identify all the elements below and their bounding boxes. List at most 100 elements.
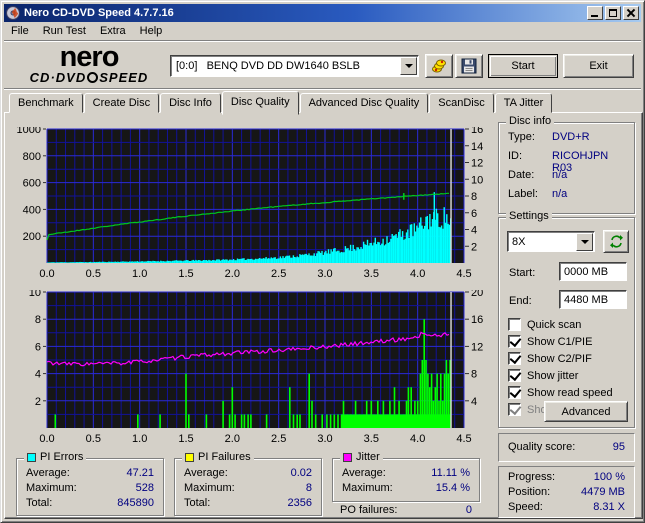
pi-failures-total-value: 2356 bbox=[287, 497, 312, 509]
advanced-button[interactable]: Advanced bbox=[544, 401, 628, 422]
svg-text:2: 2 bbox=[471, 241, 477, 253]
disc-type-label: Type: bbox=[508, 131, 535, 143]
pif-jitter-chart: 2 4 6 8 10 4 8 12 16 20 0.0 0.5 1.0 1.5 2.0 2.5 3.0 3.5 4.… bbox=[29, 290, 484, 444]
jitter-swatch-icon bbox=[343, 452, 352, 462]
pi-errors-maximum-value: 528 bbox=[135, 482, 154, 494]
checkbox-show-c1-pie[interactable]: Show C1/PIE bbox=[508, 335, 592, 348]
pi-failures-maximum-label: Maximum: bbox=[184, 482, 235, 494]
svg-text:2.5: 2.5 bbox=[271, 433, 286, 444]
menu-item-file[interactable]: File bbox=[4, 23, 36, 39]
app-icon bbox=[6, 6, 20, 20]
svg-text:14: 14 bbox=[471, 141, 483, 153]
save-icon bbox=[461, 58, 477, 74]
checkbox-quick-scan[interactable]: Quick scan bbox=[508, 318, 581, 331]
jitter-legend: Jitter bbox=[356, 451, 380, 463]
quick-scan-checkbox-icon bbox=[508, 318, 521, 331]
tab-advanced-disc-quality[interactable]: Advanced Disc Quality bbox=[299, 93, 429, 113]
progress-label: Progress: bbox=[508, 471, 556, 483]
nero-logo: nero CD·DVD SPEED bbox=[14, 41, 164, 86]
jitter-panel: Jitter Average: 11.11 % Maximum: 15.4 % bbox=[332, 451, 480, 502]
eject-button[interactable] bbox=[425, 54, 453, 78]
svg-text:20: 20 bbox=[471, 290, 483, 299]
logo-text: nero bbox=[59, 41, 120, 73]
tab-disc-quality[interactable]: Disc Quality bbox=[221, 91, 299, 115]
quality-score-label: Quality score: bbox=[508, 441, 576, 453]
svg-text:4: 4 bbox=[471, 396, 477, 408]
pi-failures-maximum-value: 8 bbox=[305, 482, 312, 494]
drive-select-arrow-icon[interactable] bbox=[400, 57, 417, 75]
pi-failures-average-label: Average: bbox=[184, 467, 228, 479]
close-button[interactable] bbox=[623, 6, 639, 20]
pi-failures-panel: PI Failures Average: 0.02 Maximum: 8 Total… bbox=[174, 451, 322, 516]
refresh-icon bbox=[609, 235, 623, 248]
show-jitter-checkbox-icon bbox=[508, 369, 521, 382]
maximize-button[interactable] bbox=[605, 6, 621, 20]
svg-text:600: 600 bbox=[23, 178, 41, 190]
app-window: Nero CD-DVD Speed 4.7.7.16 File Run Test… bbox=[0, 0, 645, 523]
svg-text:2.0: 2.0 bbox=[225, 268, 240, 279]
svg-text:3.0: 3.0 bbox=[317, 268, 332, 279]
start-position-input[interactable] bbox=[559, 262, 627, 281]
start-position-label: Start: bbox=[509, 267, 536, 279]
menu-item-extra[interactable]: Extra bbox=[93, 23, 133, 39]
pi-errors-average-label: Average: bbox=[26, 467, 70, 479]
start-button[interactable]: Start bbox=[488, 54, 558, 78]
tab-bar: Benchmark Create Disc Disc Info Disc Qua… bbox=[9, 91, 553, 115]
menu-item-run-test[interactable]: Run Test bbox=[36, 23, 93, 39]
svg-text:4.0: 4.0 bbox=[410, 433, 425, 444]
jitter-maximum-value: 15.4 % bbox=[435, 482, 470, 494]
checkbox-show-jitter[interactable]: Show jitter bbox=[508, 369, 578, 382]
pi-errors-chart: 200 400 600 800 1000 2 4 6 8 10 12 14 16 0.0 0.5 1.0 1.5… bbox=[17, 127, 484, 279]
svg-text:4: 4 bbox=[35, 369, 41, 381]
svg-text:0.0: 0.0 bbox=[39, 433, 54, 444]
tab-disc-info[interactable]: Disc Info bbox=[160, 93, 221, 113]
speed-select-arrow-icon[interactable] bbox=[576, 232, 593, 251]
progress-panel: Progress: 100 % Position: 4479 MB Speed: 8.… bbox=[498, 466, 635, 518]
pi-failures-average-value: 0.02 bbox=[290, 467, 312, 479]
exit-button-label: Exit bbox=[589, 60, 608, 72]
title-bar[interactable]: Nero CD-DVD Speed 4.7.7.16 bbox=[4, 4, 641, 22]
disc-glyph-icon bbox=[87, 72, 99, 83]
menu-item-help[interactable]: Help bbox=[133, 23, 170, 39]
end-position-label: End: bbox=[509, 295, 532, 307]
speed-select[interactable]: 8X bbox=[507, 231, 595, 252]
jitter-average-value: 11.11 % bbox=[431, 467, 470, 479]
pi-errors-legend: PI Errors bbox=[40, 451, 84, 463]
tab-scandisc[interactable]: ScanDisc bbox=[429, 93, 494, 113]
exit-button[interactable]: Exit bbox=[563, 54, 634, 78]
settings-legend: Settings bbox=[506, 210, 552, 222]
tab-ta-jitter[interactable]: TA Jitter bbox=[494, 93, 553, 113]
pi-errors-maximum-label: Maximum: bbox=[26, 482, 77, 494]
checkbox-show-read-speed[interactable]: Show read speed bbox=[508, 386, 613, 399]
eject-icon bbox=[432, 59, 446, 73]
pi-errors-panel: PI Errors Average: 47.21 Maximum: 528 Tota… bbox=[16, 451, 164, 516]
po-failures-value: 0 bbox=[465, 504, 472, 516]
svg-text:10: 10 bbox=[29, 290, 41, 299]
svg-text:1.0: 1.0 bbox=[132, 433, 147, 444]
toolbar: nero CD·DVD SPEED [0:0] BENQ DVD DD DW16… bbox=[4, 42, 641, 89]
tab-benchmark[interactable]: Benchmark bbox=[9, 93, 83, 113]
disc-label-value: n/a bbox=[552, 188, 568, 200]
disc-id-label: ID: bbox=[508, 150, 523, 162]
show-read-speed-checkbox-icon bbox=[508, 386, 521, 399]
pi-errors-swatch-icon bbox=[27, 452, 36, 462]
svg-text:3.5: 3.5 bbox=[364, 268, 379, 279]
tab-create-disc[interactable]: Create Disc bbox=[83, 93, 160, 113]
quality-score-value: 95 bbox=[612, 441, 625, 453]
refresh-button[interactable] bbox=[603, 230, 629, 253]
end-position-input[interactable] bbox=[559, 290, 627, 309]
jitter-average-label: Average: bbox=[342, 467, 386, 479]
speed-value: 8.31 X bbox=[593, 501, 625, 513]
drive-select[interactable]: [0:0] BENQ DVD DD DW1640 BSLB bbox=[170, 55, 419, 77]
po-failures-label: PO failures: bbox=[340, 504, 398, 516]
pi-failures-total-label: Total: bbox=[184, 497, 211, 509]
minimize-button[interactable] bbox=[587, 6, 603, 20]
disc-info-panel: Disc info Type: DVD+R ID: RICOHJPN R03 Dat… bbox=[498, 115, 635, 214]
save-button[interactable] bbox=[455, 54, 483, 78]
svg-text:8: 8 bbox=[35, 314, 41, 326]
po-failures-row: PO failures: 0 bbox=[340, 504, 472, 516]
drive-select-value: [0:0] BENQ DVD DD DW1640 BSLB bbox=[176, 60, 361, 72]
svg-text:8: 8 bbox=[471, 369, 477, 381]
checkbox-show-c2-pif[interactable]: Show C2/PIF bbox=[508, 352, 592, 365]
logo-subtext-right: SPEED bbox=[99, 70, 149, 85]
